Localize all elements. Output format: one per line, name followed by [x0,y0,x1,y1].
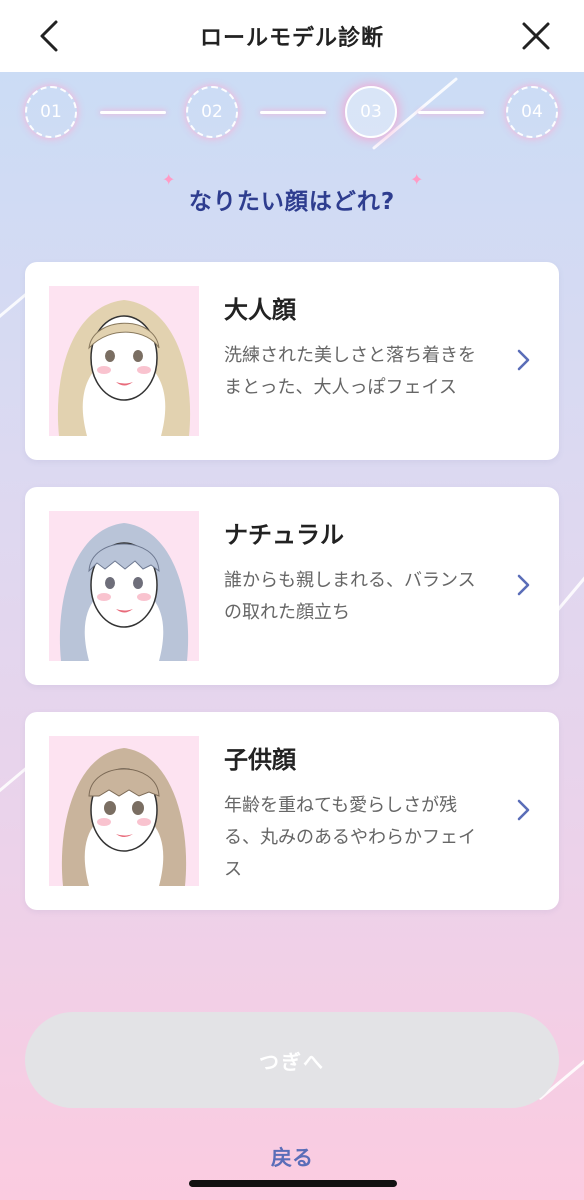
progress-steps: 01 02 03 04 [0,86,584,146]
option-name: ナチュラル [224,521,344,549]
step-03: 03 [345,86,397,138]
close-icon[interactable] [516,16,556,56]
portrait-kodomo-image [49,736,199,886]
portrait-natural-image [49,511,199,661]
step-connector [100,111,166,114]
chevron-right-icon [517,349,530,371]
page-title: ロールモデル診断 [199,26,384,51]
back-chevron-icon[interactable] [30,16,70,56]
next-button[interactable]: つぎへ [25,1012,559,1108]
portrait-otona-image [49,286,199,436]
chevron-right-icon [517,574,530,596]
option-card-otona[interactable]: 大人顔 洗練された美しさと落ち着きをまとった、大人っぽフェイス [25,262,559,460]
option-description: 洗練された美しさと落ち着きをまとった、大人っぽフェイス [224,345,476,398]
step-connector [260,111,326,114]
back-link[interactable]: 戻る [0,1142,584,1172]
question-heading: なりたい顔はどれ? [188,189,396,215]
option-name: 子供顔 [224,746,296,774]
chevron-right-icon [517,799,530,821]
step-02: 02 [186,86,238,138]
option-card-kodomo[interactable]: 子供顔 年齢を重ねても愛らしさが残る、丸みのあるやわらかフェイス [25,712,559,910]
option-card-natural[interactable]: ナチュラル 誰からも親しまれる、バランスの取れた顔立ち [25,487,559,685]
header-bar: ロールモデル診断 [0,0,584,72]
home-indicator [189,1180,397,1187]
step-04: 04 [506,86,558,138]
option-description: 年齢を重ねても愛らしさが残る、丸みのあるやわらかフェイス [224,795,476,880]
step-connector [418,111,484,114]
option-name: 大人顔 [224,296,296,324]
step-01: 01 [25,86,77,138]
main-content: 01 02 03 04 ✦ ✦ なりたい顔はどれ? 大人顔 洗練された美しさと落… [0,72,584,1200]
option-description: 誰からも親しまれる、バランスの取れた顔立ち [224,570,476,623]
